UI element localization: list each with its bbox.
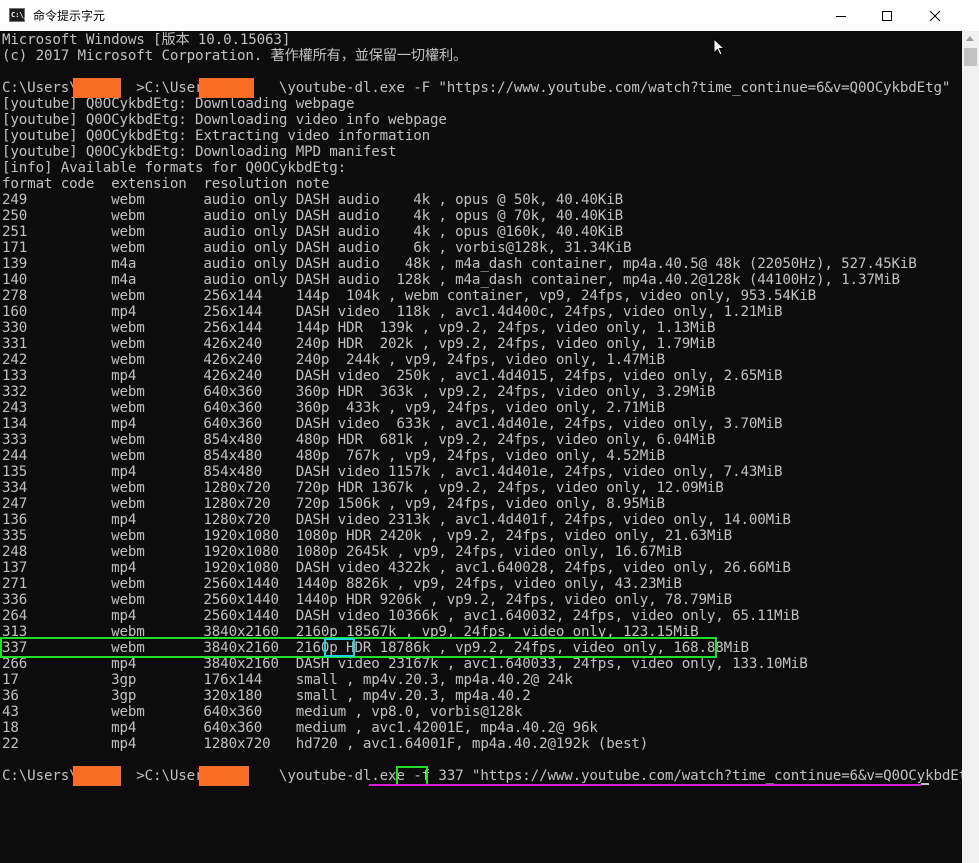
text-cursor [921, 783, 929, 785]
console-line: 264 mp4 2560x1440 DASH video 10366k , av… [2, 608, 800, 624]
close-button[interactable] [912, 0, 958, 31]
redacted-username [199, 78, 254, 98]
console-output[interactable]: Microsoft Windows [版本 10.0.15063] (c) 201… [0, 31, 962, 863]
highlight-box-hdr [324, 638, 355, 657]
console-line: 336 webm 2560x1440 1440p HDR 9206k , vp9… [2, 592, 733, 608]
console-line: 171 webm audio only DASH audio 6k , vorb… [2, 240, 632, 256]
console-line: 140 m4a audio only DASH audio 128k , m4a… [2, 272, 900, 288]
console-line: [info] Available formats for Q0OCykbdEtg… [2, 160, 347, 176]
console-line: [youtube] Q0OCykbdEtg: Downloading MPD m… [2, 144, 397, 160]
console-line: 242 webm 426x240 240p 244k , vp9, 24fps,… [2, 352, 665, 368]
console-line: 137 mp4 1920x1080 DASH video 4322k , avc… [2, 560, 791, 576]
maximize-icon [882, 10, 892, 21]
minimize-icon [836, 15, 846, 17]
console-line: 248 webm 1920x1080 1080p 2645k , vp9, 24… [2, 544, 682, 560]
console-line: 18 mp4 640x360 medium , avc1.42001E, mp4… [2, 720, 598, 736]
console-line: 266 mp4 3840x2160 DASH video 23167k , av… [2, 656, 808, 672]
window-title: 命令提示字元 [33, 9, 106, 23]
cmd-icon: C:\_ [9, 8, 28, 22]
console-line: C:\Users\ >C:\Users\ \youtube-dl.exe -f … [2, 768, 962, 784]
console-line: 250 webm audio only DASH audio 4k , opus… [2, 208, 623, 224]
console-line: Microsoft Windows [版本 10.0.15063] [2, 32, 291, 48]
console-line: [youtube] Q0OCykbdEtg: Downloading webpa… [2, 96, 355, 112]
console-line: 22 mp4 1280x720 hd720 , avc1.64001F, mp4… [2, 736, 649, 752]
console-line: 17 3gp 176x144 small , mp4v.20.3, mp4a.4… [2, 672, 573, 688]
console-line: [youtube] Q0OCykbdEtg: Downloading video… [2, 112, 447, 128]
console-line: 249 webm audio only DASH audio 4k , opus… [2, 192, 623, 208]
console-line: 247 webm 1280x720 720p 1506k , vp9, 24fp… [2, 496, 665, 512]
console-line: 135 mp4 854x480 DASH video 1157k , avc1.… [2, 464, 783, 480]
console-line: 36 3gp 320x180 small , mp4v.20.3, mp4a.4… [2, 688, 531, 704]
console-line: [youtube] Q0OCykbdEtg: Extracting video … [2, 128, 430, 144]
vertical-scrollbar[interactable] [962, 31, 979, 863]
console-line: 334 webm 1280x720 720p HDR 1367k , vp9.2… [2, 480, 724, 496]
console-line: 43 webm 640x360 medium , vp8.0, vorbis@1… [2, 704, 523, 720]
redacted-username [73, 766, 121, 786]
console-line: 244 webm 854x480 480p 767k , vp9, 24fps,… [2, 448, 665, 464]
console-line: 136 mp4 1280x720 DASH video 2313k , avc1… [2, 512, 791, 528]
mouse-pointer-icon [713, 38, 725, 56]
scroll-thumb[interactable] [964, 48, 977, 66]
console-line: C:\Users\ >C:\Users\ \youtube-dl.exe -F … [2, 80, 951, 96]
console-line: 331 webm 426x240 240p HDR 202k , vp9.2, … [2, 336, 716, 352]
redacted-username [199, 766, 249, 786]
console-line: (c) 2017 Microsoft Corporation. 著作權所有，並保… [2, 48, 468, 64]
console-line: 335 webm 1920x1080 1080p HDR 2420k , vp9… [2, 528, 733, 544]
console-line: 243 webm 640x360 360p 433k , vp9, 24fps,… [2, 400, 665, 416]
command-underline [369, 784, 921, 786]
console-line: 332 webm 640x360 360p HDR 363k , vp9.2, … [2, 384, 716, 400]
console-line: 139 m4a audio only DASH audio 48k , m4a_… [2, 256, 917, 272]
scroll-up-arrow-icon[interactable] [966, 36, 974, 41]
redacted-username [73, 78, 121, 98]
highlight-box-337-row [0, 637, 717, 658]
console-line: 134 mp4 640x360 DASH video 633k , avc1.4… [2, 416, 783, 432]
close-icon [929, 10, 941, 21]
console-line: 160 mp4 256x144 DASH video 118k , avc1.4… [2, 304, 783, 320]
minimize-button[interactable] [818, 0, 864, 31]
console-line: format code extension resolution note [2, 176, 330, 192]
maximize-button[interactable] [864, 0, 910, 31]
console-line: 330 webm 256x144 144p HDR 139k , vp9.2, … [2, 320, 716, 336]
title-bar[interactable]: C:\_ 命令提示字元 [0, 0, 979, 32]
highlight-box-format-337 [396, 766, 428, 786]
console-line: 133 mp4 426x240 DASH video 250k , avc1.4… [2, 368, 783, 384]
console-line: 333 webm 854x480 480p HDR 681k , vp9.2, … [2, 432, 716, 448]
console-line: 278 webm 256x144 144p 104k , webm contai… [2, 288, 816, 304]
console-line: 251 webm audio only DASH audio 4k , opus… [2, 224, 623, 240]
console-line: 271 webm 2560x1440 1440p 8826k , vp9, 24… [2, 576, 682, 592]
